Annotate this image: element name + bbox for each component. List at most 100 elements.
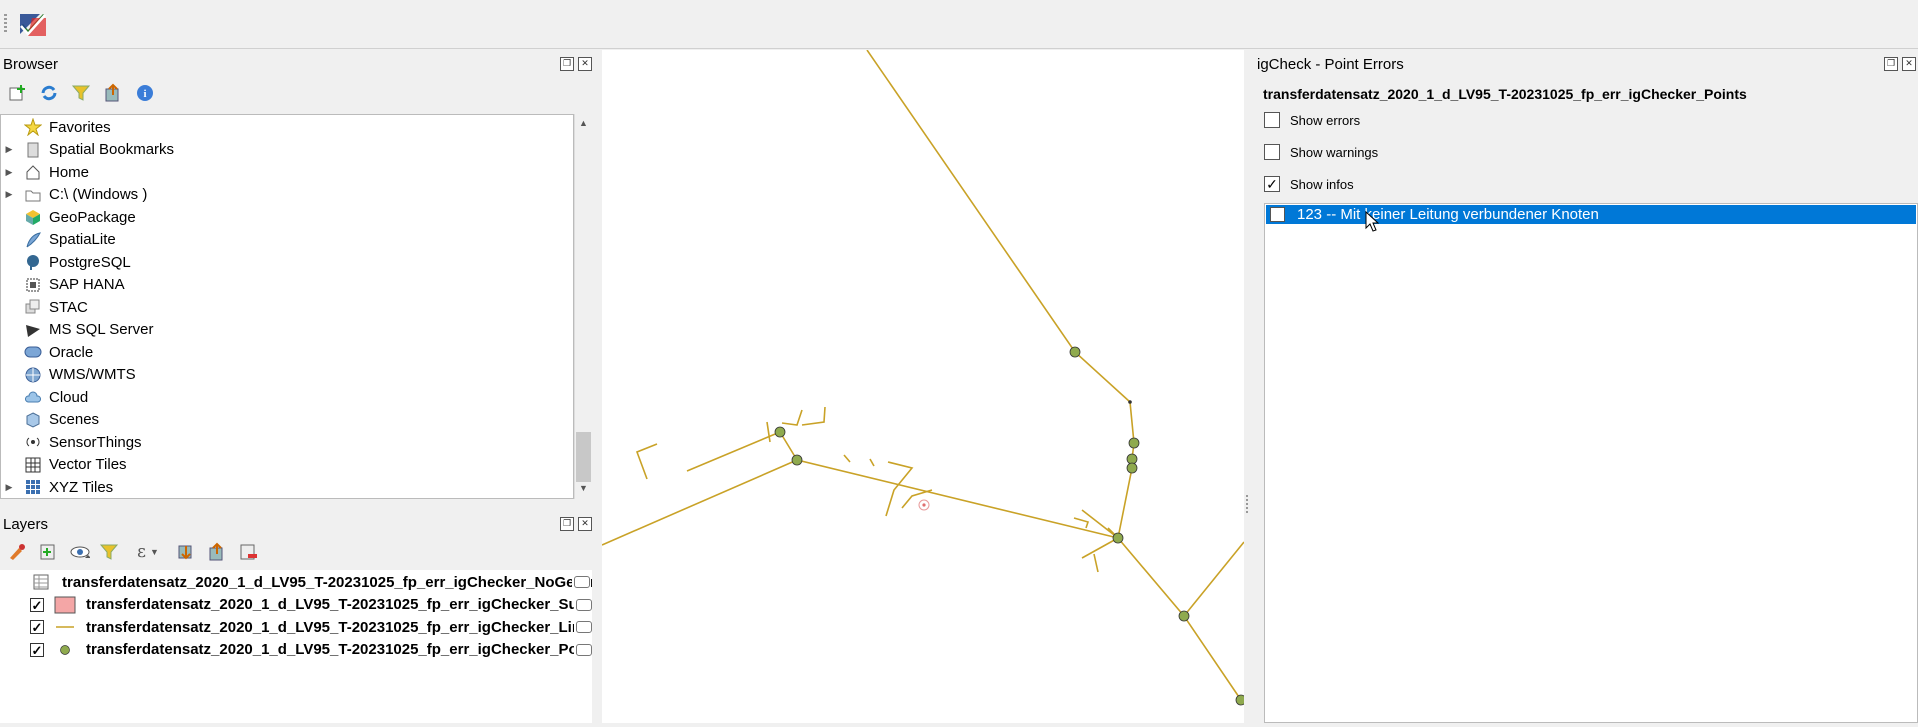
expression-filter-icon[interactable]: ε ▼ (130, 541, 166, 563)
map-point-feature[interactable] (1128, 437, 1140, 449)
info-icon[interactable]: i (134, 82, 156, 104)
left-dock-splitter[interactable] (592, 50, 602, 723)
expand-all-icon[interactable] (175, 541, 197, 563)
layers-float-button[interactable]: ❐ (560, 517, 574, 531)
stac-icon (23, 298, 43, 316)
bookmark-icon (23, 141, 43, 159)
line-symbol-icon (54, 622, 76, 632)
browser-item-label: SAP HANA (49, 276, 125, 293)
map-point-feature[interactable] (791, 454, 803, 466)
layer-row[interactable]: transferdatensatz_2020_1_d_LV95_T-202310… (0, 571, 596, 593)
embedded-indicator-icon (576, 643, 592, 656)
map-point-feature[interactable] (1126, 453, 1138, 465)
map-line-feature (843, 454, 851, 463)
browser-item-label: WMS/WMTS (49, 366, 136, 383)
browser-item-label: SpatiaLite (49, 231, 116, 248)
browser-item[interactable]: PostgreSQL (1, 251, 131, 273)
browser-item[interactable]: ▶ C:\ (Windows ) (1, 184, 148, 206)
browser-item-label: Home (49, 163, 90, 181)
map-line-feature (766, 421, 771, 443)
browser-item[interactable]: ▶ Spatial Bookmarks (1, 139, 175, 161)
layer-visibility-checkbox[interactable]: ✓ (30, 597, 44, 612)
toolbar-grip-handle[interactable] (4, 14, 7, 34)
browser-item[interactable]: SAP HANA (1, 274, 125, 296)
browser-item[interactable]: WMS/WMTS (1, 364, 136, 386)
igcheck-error-list[interactable]: 123 -- Mit keiner Leitung verbundener Kn… (1264, 203, 1918, 723)
map-line-feature (866, 49, 1131, 403)
layer-row[interactable]: ✓ transferdatensatz_2020_1_d_LV95_T-20231… (0, 639, 592, 661)
browser-close-button[interactable]: ✕ (578, 57, 592, 71)
igcheck-close-button[interactable]: ✕ (1902, 57, 1916, 71)
browser-item[interactable]: Favorites (1, 116, 111, 138)
igcheck-option[interactable]: ✓ Show infos (1264, 176, 1354, 192)
browser-item[interactable]: Oracle (1, 341, 93, 363)
igcheck-option[interactable]: Show errors (1264, 112, 1360, 128)
browser-item[interactable]: Vector Tiles (1, 454, 127, 476)
map-point-feature[interactable] (1126, 462, 1138, 474)
browser-item-label: PostgreSQL (49, 253, 131, 271)
map-point-feature[interactable] (1112, 532, 1124, 544)
visibility-icon[interactable] (68, 541, 90, 563)
browser-item[interactable]: ▶ XYZ Tiles (1, 476, 114, 498)
browser-item[interactable]: MS SQL Server (1, 319, 153, 341)
cloud-icon (23, 388, 43, 406)
layer-row[interactable]: ✓ transferdatensatz_2020_1_d_LV95_T-20231… (0, 594, 600, 616)
browser-item[interactable]: GeoPackage (1, 206, 136, 228)
layer-visibility-checkbox[interactable]: ✓ (30, 620, 44, 635)
layer-visibility-checkbox[interactable]: ✓ (30, 642, 44, 657)
collapse-all-icon[interactable] (102, 82, 124, 104)
browser-scrollbar[interactable]: ▲ ▼ (574, 114, 592, 499)
expand-arrow-icon[interactable]: ▶ (1, 144, 17, 155)
browser-item[interactable]: Scenes (1, 409, 99, 431)
map-point-feature[interactable] (1235, 694, 1247, 706)
table-layer-icon (30, 573, 52, 591)
option-checkbox[interactable]: ✓ (1264, 176, 1280, 192)
map-line-feature (1073, 517, 1090, 529)
map-line-feature (801, 406, 826, 426)
browser-float-button[interactable]: ❐ (560, 57, 574, 71)
browser-tree[interactable]: Favorites ▶ Spatial Bookmarks ▶ Home ▶ C:\ (Wi… (0, 114, 574, 499)
browser-scroll-thumb[interactable] (576, 432, 591, 482)
expand-arrow-icon[interactable]: ▶ (1, 482, 17, 493)
layers-tree[interactable]: transferdatensatz_2020_1_d_LV95_T-202310… (0, 570, 600, 723)
mssql-icon (23, 321, 43, 339)
option-checkbox[interactable] (1264, 112, 1280, 128)
embedded-indicator-icon (576, 598, 592, 611)
layer-name: transferdatensatz_2020_1_d_LV95_T-202310… (86, 618, 574, 636)
point-symbol-icon (54, 643, 76, 657)
browser-item[interactable]: Cloud (1, 386, 88, 408)
expand-arrow-icon[interactable]: ▶ (1, 167, 17, 178)
browser-item[interactable]: SpatiaLite (1, 229, 116, 251)
option-checkbox[interactable] (1264, 144, 1280, 160)
splitter-grip[interactable] (1246, 495, 1248, 515)
remove-layer-icon[interactable] (237, 541, 259, 563)
add-layer-icon[interactable] (6, 82, 28, 104)
map-line-feature (635, 443, 658, 480)
collapse-layers-icon[interactable] (206, 541, 228, 563)
browser-item-label: MS SQL Server (49, 321, 154, 338)
igcheck-plugin-icon[interactable] (18, 12, 48, 38)
map-drawing[interactable] (601, 49, 1247, 723)
igcheck-float-button[interactable]: ❐ (1884, 57, 1898, 71)
igcheck-option[interactable]: Show warnings (1264, 144, 1378, 160)
layers-close-button[interactable]: ✕ (578, 517, 592, 531)
filter-legend-icon[interactable] (99, 541, 121, 563)
map-canvas[interactable] (601, 49, 1247, 723)
igcheck-layer-name: transferdatensatz_2020_1_d_LV95_T-202310… (1263, 86, 1747, 102)
error-list-item[interactable]: 123 -- Mit keiner Leitung verbundener Kn… (1266, 205, 1916, 224)
add-group-icon[interactable] (37, 541, 59, 563)
map-point-feature[interactable] (774, 426, 786, 438)
filter-icon[interactable] (70, 82, 92, 104)
style-layer-icon[interactable] (6, 541, 28, 563)
browser-item[interactable]: ▶ Home (1, 161, 89, 183)
map-point-feature[interactable] (1178, 610, 1190, 622)
error-item-checkbox[interactable] (1270, 207, 1285, 222)
scroll-up-arrow-icon[interactable]: ▲ (579, 118, 588, 128)
refresh-icon[interactable] (38, 82, 60, 104)
browser-item[interactable]: STAC (1, 296, 88, 318)
layer-row[interactable]: ✓ transferdatensatz_2020_1_d_LV95_T-20231… (0, 616, 592, 638)
browser-item[interactable]: SensorThings (1, 431, 142, 453)
map-point-feature[interactable] (1069, 346, 1081, 358)
expand-arrow-icon[interactable]: ▶ (1, 189, 17, 200)
scroll-down-arrow-icon[interactable]: ▼ (579, 483, 588, 493)
